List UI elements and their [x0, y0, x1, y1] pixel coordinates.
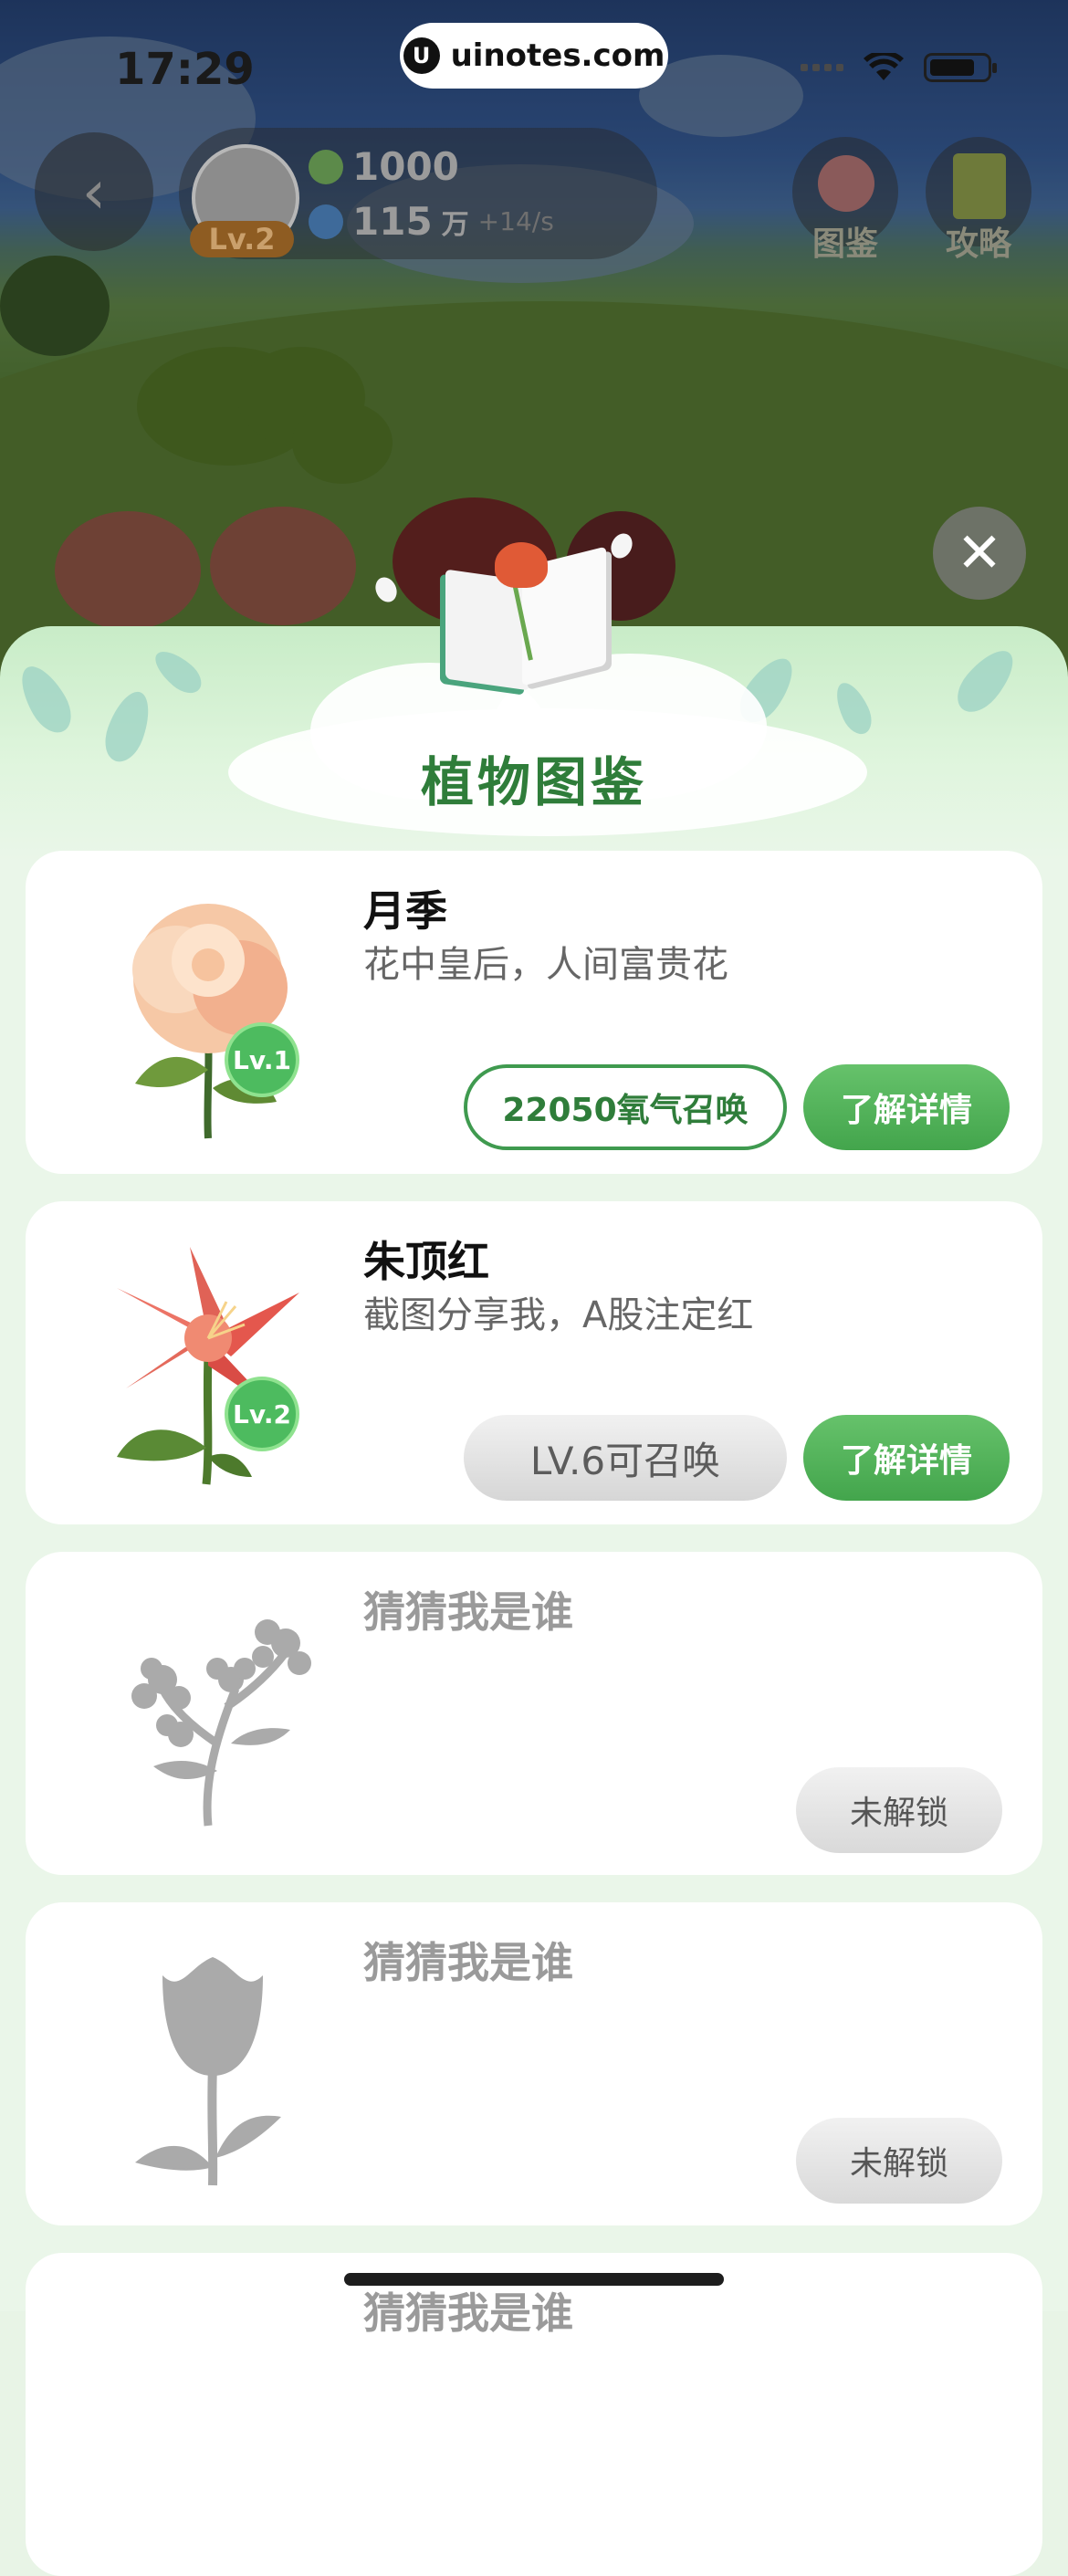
water-drop-icon	[309, 204, 343, 239]
page-title: 植物图鉴	[420, 751, 647, 813]
locked-button[interactable]: 未解锁	[796, 2118, 1002, 2204]
strategy-label: 攻略	[945, 225, 1011, 263]
back-button[interactable]: ‹	[35, 132, 153, 251]
tulip-silhouette-image	[135, 1957, 281, 2186]
rose-image	[132, 904, 288, 1139]
decor-leaf	[11, 658, 80, 740]
amaryllis-image	[117, 1247, 299, 1485]
energy-value: 1000	[352, 144, 459, 189]
level-locked-summon-button[interactable]: LV.6可召唤	[464, 1415, 787, 1501]
plant-level-badge: Lv.1	[225, 1022, 299, 1097]
jasmine-silhouette-image	[131, 1619, 311, 1827]
guide-label: 图鉴	[811, 225, 878, 263]
list-item: 猜猜我是谁 未解锁	[26, 1552, 1042, 1875]
list-item: 猜猜我是谁	[26, 2253, 1042, 2576]
cellular-signal-icon	[801, 64, 843, 71]
plant-name: 猜猜我是谁	[363, 1938, 573, 1987]
flower-icon	[818, 155, 874, 212]
chevron-left-icon: ‹	[81, 156, 107, 227]
battery-icon	[924, 53, 997, 82]
plant-name: 月季	[363, 886, 447, 936]
decor-leaf	[948, 641, 1024, 721]
coins-value: 115	[352, 199, 433, 244]
url-text: uinotes.com	[450, 37, 665, 74]
coins-rate: +14/s	[477, 206, 554, 236]
list-item: Lv.2 朱顶红 截图分享我，A股注定红 LV.6可召唤 了解详情	[26, 1201, 1042, 1524]
details-button[interactable]: 了解详情	[803, 1064, 1010, 1150]
player-level-badge: Lv.2	[190, 221, 294, 257]
plant-name: 朱顶红	[363, 1237, 489, 1286]
book-icon	[438, 539, 612, 691]
list-item: 猜猜我是谁 未解锁	[26, 1902, 1042, 2225]
oxygen-summon-button[interactable]: 22050氧气召唤	[464, 1064, 787, 1150]
plant-name: 猜猜我是谁	[363, 2288, 573, 2338]
status-icons	[801, 50, 997, 82]
decor-leaf	[148, 644, 208, 700]
locked-button[interactable]: 未解锁	[796, 1767, 1002, 1853]
leaf-energy-icon	[309, 149, 343, 184]
energy-resource: 1000	[309, 144, 459, 189]
uinotes-logo-icon: U	[403, 37, 440, 74]
plant-level-badge: Lv.2	[225, 1377, 299, 1451]
coins-unit: 万	[441, 208, 469, 241]
details-button[interactable]: 了解详情	[803, 1415, 1010, 1501]
status-time: 17:29	[115, 44, 255, 95]
coin-resource: 115 万 +14/s	[309, 199, 554, 244]
plant-description: 花中皇后，人间富贵花	[363, 944, 728, 986]
close-button[interactable]: ✕	[933, 507, 1026, 600]
wifi-icon	[864, 50, 904, 82]
close-icon: ✕	[956, 521, 1003, 585]
decor-leaf	[829, 677, 878, 739]
list-item: Lv.1 月季 花中皇后，人间富贵花 22050氧气召唤 了解详情	[26, 851, 1042, 1174]
plant-description: 截图分享我，A股注定红	[363, 1294, 754, 1336]
plant-name: 猜猜我是谁	[363, 1587, 573, 1637]
url-watermark: U uinotes.com	[400, 23, 668, 89]
home-indicator[interactable]	[344, 2273, 724, 2286]
notebook-icon	[953, 153, 1006, 219]
